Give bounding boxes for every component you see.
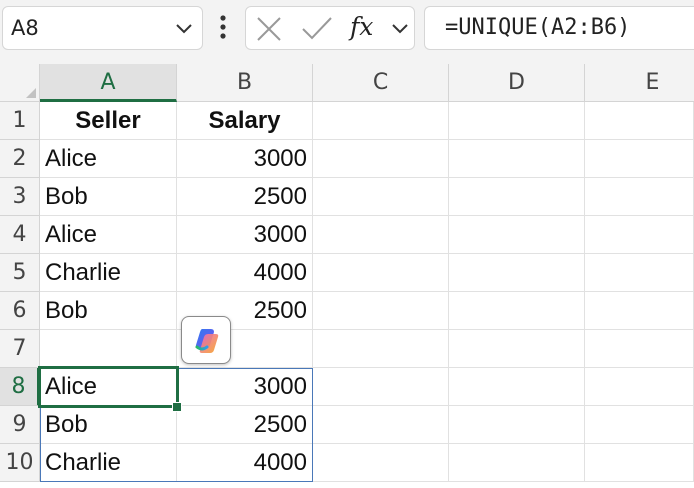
formula-toolbar: A8 fx =UNIQUE(A2:B6) — [0, 0, 694, 64]
row-header-1[interactable]: 1 — [0, 102, 40, 140]
cell-d4[interactable] — [449, 216, 585, 254]
cell-b3[interactable]: 2500 — [177, 178, 313, 216]
column-header-d[interactable]: D — [449, 64, 585, 102]
column-header-c[interactable]: C — [313, 64, 449, 102]
cell-e5[interactable] — [585, 254, 694, 292]
cell-d9[interactable] — [449, 406, 585, 444]
cell-a8[interactable]: Alice — [40, 368, 177, 406]
cell-c10[interactable] — [313, 444, 449, 482]
cell-c8[interactable] — [313, 368, 449, 406]
row-header-5[interactable]: 5 — [0, 254, 40, 292]
cell-a2[interactable]: Alice — [40, 140, 177, 178]
cell-a4[interactable]: Alice — [40, 216, 177, 254]
vertical-dots-icon[interactable] — [219, 14, 227, 40]
cell-c7[interactable] — [313, 330, 449, 368]
column-header-e[interactable]: E — [585, 64, 694, 102]
cell-e10[interactable] — [585, 444, 694, 482]
cell-d8[interactable] — [449, 368, 585, 406]
cell-e7[interactable] — [585, 330, 694, 368]
cell-d10[interactable] — [449, 444, 585, 482]
row-header-8[interactable]: 8 — [0, 368, 40, 406]
formula-buttons: fx — [245, 6, 415, 50]
cell-b4[interactable]: 3000 — [177, 216, 313, 254]
close-icon[interactable] — [256, 16, 282, 42]
chevron-down-icon[interactable] — [174, 18, 194, 38]
cell-c9[interactable] — [313, 406, 449, 444]
cell-a6[interactable]: Bob — [40, 292, 177, 330]
fill-handle[interactable] — [172, 402, 182, 412]
cell-c6[interactable] — [313, 292, 449, 330]
cell-a3[interactable]: Bob — [40, 178, 177, 216]
cell-c4[interactable] — [313, 216, 449, 254]
cell-e8[interactable] — [585, 368, 694, 406]
cell-d1[interactable] — [449, 102, 585, 140]
cell-e2[interactable] — [585, 140, 694, 178]
cell-c2[interactable] — [313, 140, 449, 178]
cell-d6[interactable] — [449, 292, 585, 330]
cell-d2[interactable] — [449, 140, 585, 178]
cell-e4[interactable] — [585, 216, 694, 254]
cell-d3[interactable] — [449, 178, 585, 216]
column-header-a[interactable]: A — [40, 64, 177, 102]
select-all-corner[interactable] — [0, 64, 40, 102]
name-box[interactable]: A8 — [2, 6, 203, 50]
copilot-icon — [195, 329, 219, 353]
row-header-10[interactable]: 10 — [0, 444, 40, 482]
cell-c3[interactable] — [313, 178, 449, 216]
row-header-4[interactable]: 4 — [0, 216, 40, 254]
cell-d7[interactable] — [449, 330, 585, 368]
cell-b10[interactable]: 4000 — [177, 444, 313, 482]
chevron-down-icon[interactable] — [390, 18, 410, 38]
cell-e9[interactable] — [585, 406, 694, 444]
cell-b5[interactable]: 4000 — [177, 254, 313, 292]
formula-input[interactable]: =UNIQUE(A2:B6) — [424, 6, 694, 50]
cell-e3[interactable] — [585, 178, 694, 216]
cell-b1[interactable]: Salary — [177, 102, 313, 140]
copilot-button[interactable] — [181, 316, 231, 364]
row-header-6[interactable]: 6 — [0, 292, 40, 330]
cell-a1[interactable]: Seller — [40, 102, 177, 140]
cell-a7[interactable] — [40, 330, 177, 368]
formula-text: =UNIQUE(A2:B6) — [445, 15, 631, 40]
check-icon[interactable] — [301, 16, 333, 42]
cell-e6[interactable] — [585, 292, 694, 330]
cell-a9[interactable]: Bob — [40, 406, 177, 444]
name-box-value: A8 — [11, 16, 39, 40]
cell-c5[interactable] — [313, 254, 449, 292]
insert-function-button[interactable]: fx — [350, 12, 373, 41]
cell-b2[interactable]: 3000 — [177, 140, 313, 178]
cell-c1[interactable] — [313, 102, 449, 140]
cell-b9[interactable]: 2500 — [177, 406, 313, 444]
column-header-b[interactable]: B — [177, 64, 313, 102]
row-header-3[interactable]: 3 — [0, 178, 40, 216]
cell-b8[interactable]: 3000 — [177, 368, 313, 406]
cell-a5[interactable]: Charlie — [40, 254, 177, 292]
row-header-2[interactable]: 2 — [0, 140, 40, 178]
row-header-7[interactable]: 7 — [0, 330, 40, 368]
cell-e1[interactable] — [585, 102, 694, 140]
spreadsheet-grid: A B C D E 1 2 3 4 5 6 7 8 9 10 Seller Sa… — [0, 64, 694, 488]
select-all-triangle-icon — [26, 88, 36, 98]
cell-d5[interactable] — [449, 254, 585, 292]
row-header-9[interactable]: 9 — [0, 406, 40, 444]
cell-a10[interactable]: Charlie — [40, 444, 177, 482]
